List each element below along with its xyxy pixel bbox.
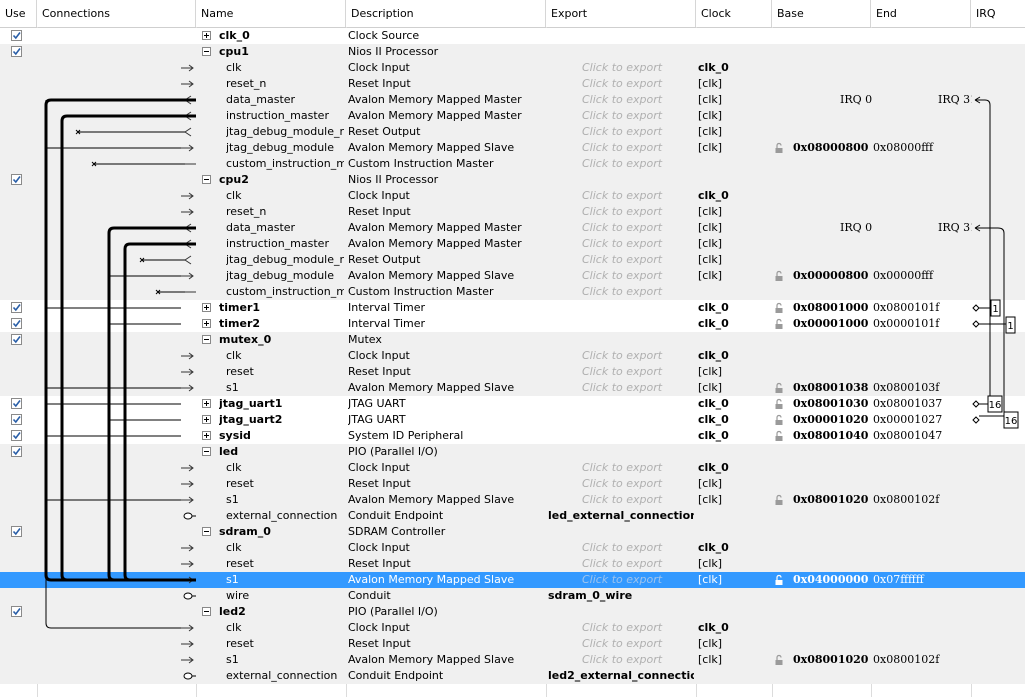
irq-line-cpu1 <box>975 99 991 396</box>
irq-number-timer2[interactable]: 1 <box>1005 316 1016 334</box>
svg-text:16: 16 <box>989 400 1002 411</box>
irq-link-jtag2 <box>972 415 1004 424</box>
irq-link-jtag1 <box>972 400 988 408</box>
irq-number-timer1[interactable]: 1 <box>990 299 1001 317</box>
svg-text:1: 1 <box>992 304 998 315</box>
irq-number-jtag-uart1[interactable]: 16 <box>987 395 1003 413</box>
system-contents-table: Use Connections Name Description Export … <box>0 0 1025 697</box>
svg-text:1: 1 <box>1007 321 1013 332</box>
irq-link-timer1 <box>972 304 991 312</box>
irq-number-jtag-uart2[interactable]: 16 <box>1003 411 1019 429</box>
irq-graph[interactable]: 11 1616 <box>0 0 1025 697</box>
svg-text:16: 16 <box>1005 416 1018 427</box>
